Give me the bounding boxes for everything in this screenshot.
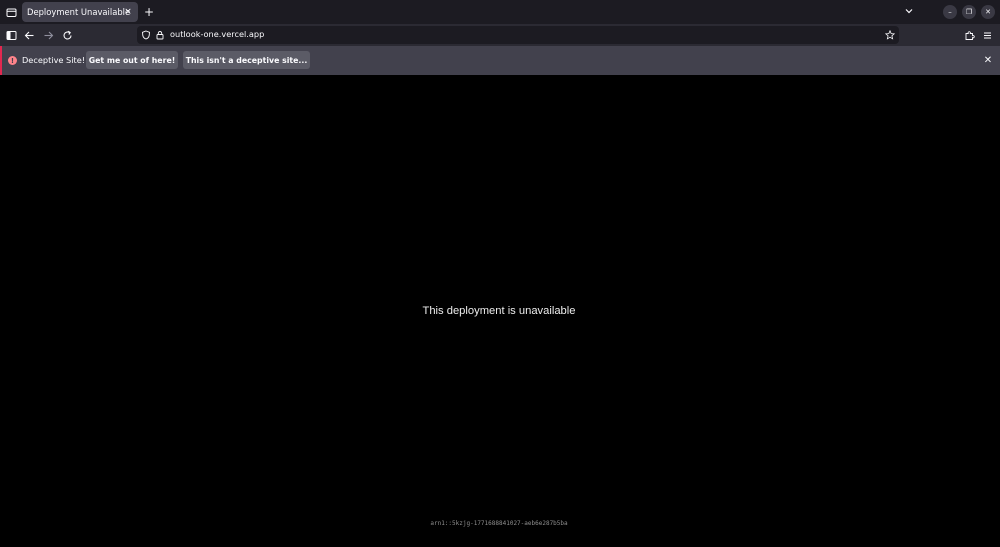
url-bar[interactable]: outlook-one.vercel.app xyxy=(137,26,899,44)
get-me-out-button[interactable]: Get me out of here! xyxy=(86,51,178,69)
restore-button[interactable]: ❐ xyxy=(962,5,976,19)
tab-close-icon[interactable]: × xyxy=(122,6,134,18)
close-window-button[interactable]: ✕ xyxy=(981,5,995,19)
star-icon[interactable] xyxy=(883,28,897,42)
navigation-toolbar: outlook-one.vercel.app xyxy=(0,24,1000,46)
url-text[interactable]: outlook-one.vercel.app xyxy=(170,29,264,39)
page-content: This deployment is unavailable arn1::5kz… xyxy=(0,75,1000,547)
forward-arrow-icon[interactable] xyxy=(41,28,55,42)
close-icon[interactable]: ✕ xyxy=(982,54,994,66)
trace-id: arn1::5kzjg-1771688841027-aeb6e287b5ba xyxy=(430,520,568,527)
minimize-button[interactable]: – xyxy=(943,5,957,19)
back-arrow-icon[interactable] xyxy=(22,28,36,42)
chevron-down-icon[interactable] xyxy=(902,4,916,18)
unavailable-message: This deployment is unavailable xyxy=(422,305,576,317)
deceptive-site-notification: ! Deceptive Site! Get me out of here! Th… xyxy=(0,46,1000,75)
puzzle-icon[interactable] xyxy=(962,28,976,42)
not-deceptive-button[interactable]: This isn't a deceptive site... xyxy=(183,51,310,69)
shield-icon[interactable] xyxy=(139,28,153,42)
new-tab-button[interactable]: + xyxy=(142,3,156,21)
sidebar-icon[interactable] xyxy=(4,28,18,42)
notification-message: Deceptive Site! xyxy=(22,55,86,65)
hamburger-menu-icon[interactable] xyxy=(980,28,994,42)
lock-icon[interactable] xyxy=(153,28,167,42)
warning-icon: ! xyxy=(8,56,17,65)
tab-strip: Deployment Unavailable × + – ❐ ✕ xyxy=(0,0,1000,24)
tab-list-icon[interactable] xyxy=(2,3,20,21)
reload-icon[interactable] xyxy=(60,28,74,42)
tab-deployment-unavailable[interactable]: Deployment Unavailable × xyxy=(22,2,138,22)
tab-title: Deployment Unavailable xyxy=(27,7,131,17)
